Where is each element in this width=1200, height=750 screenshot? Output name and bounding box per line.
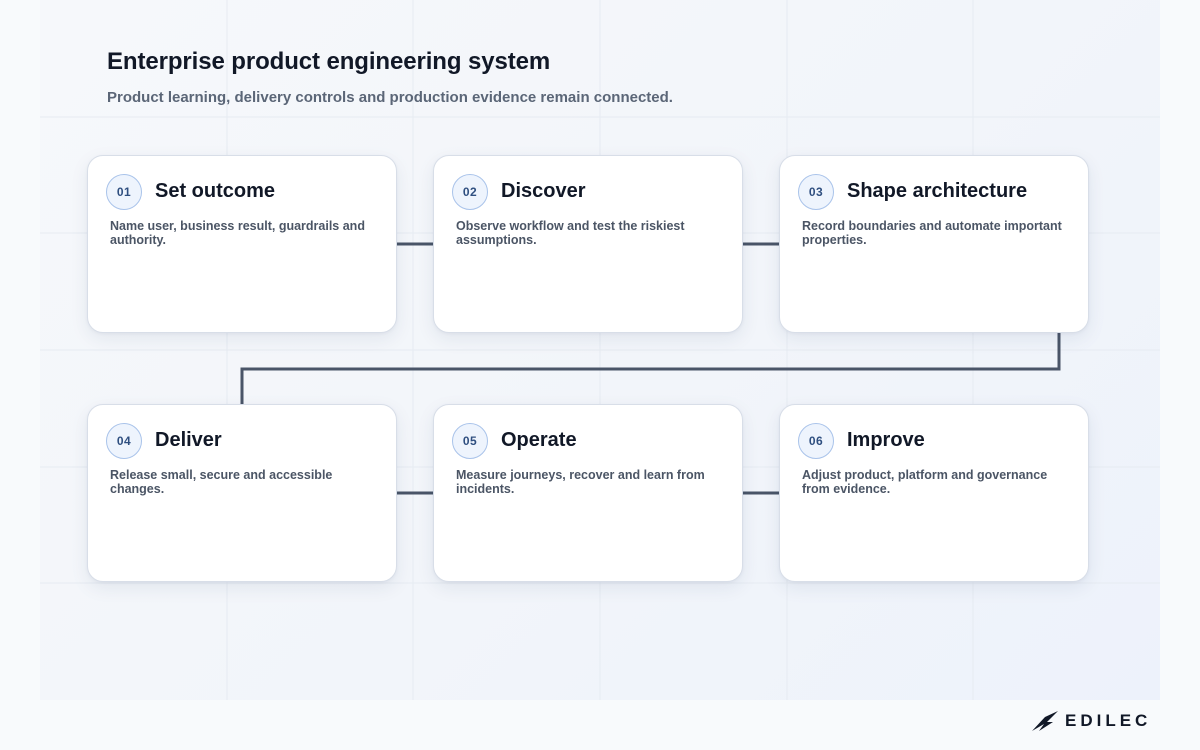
step-card-05: 05 Operate Measure journeys, recover and… bbox=[433, 404, 743, 582]
step-number-badge: 05 bbox=[452, 423, 488, 459]
step-title: Operate bbox=[501, 429, 577, 451]
step-title: Improve bbox=[847, 429, 925, 451]
page-subtitle: Product learning, delivery controls and … bbox=[107, 89, 673, 106]
step-description: Name user, business result, guardrails a… bbox=[110, 219, 365, 247]
step-card-04: 04 Deliver Release small, secure and acc… bbox=[87, 404, 397, 582]
step-number-badge: 02 bbox=[452, 174, 488, 210]
step-title: Deliver bbox=[155, 429, 222, 451]
step-number-badge: 04 bbox=[106, 423, 142, 459]
step-card-06: 06 Improve Adjust product, platform and … bbox=[779, 404, 1089, 582]
brand-logo: EDILEC bbox=[1031, 710, 1151, 732]
step-card-03: 03 Shape architecture Record boundaries … bbox=[779, 155, 1089, 333]
step-number-badge: 03 bbox=[798, 174, 834, 210]
page-title: Enterprise product engineering system bbox=[107, 48, 551, 75]
step-title: Set outcome bbox=[155, 180, 276, 202]
step-title: Discover bbox=[501, 180, 586, 202]
step-number-badge: 06 bbox=[798, 423, 834, 459]
step-title: Shape architecture bbox=[847, 180, 1028, 202]
step-description: Measure journeys, recover and learn from… bbox=[456, 468, 705, 496]
step-card-02: 02 Discover Observe workflow and test th… bbox=[433, 155, 743, 333]
step-number-badge: 01 bbox=[106, 174, 142, 210]
step-description: Release small, secure and accessible cha… bbox=[110, 468, 333, 496]
step-description: Adjust product, platform and governance … bbox=[802, 468, 1048, 496]
step-description: Observe workflow and test the riskiest a… bbox=[456, 219, 685, 247]
step-description: Record boundaries and automate important… bbox=[802, 219, 1062, 247]
brand-logo-text: EDILEC bbox=[1065, 711, 1152, 730]
step-card-01: 01 Set outcome Name user, business resul… bbox=[87, 155, 397, 333]
edilec-logo-icon bbox=[1032, 711, 1058, 731]
